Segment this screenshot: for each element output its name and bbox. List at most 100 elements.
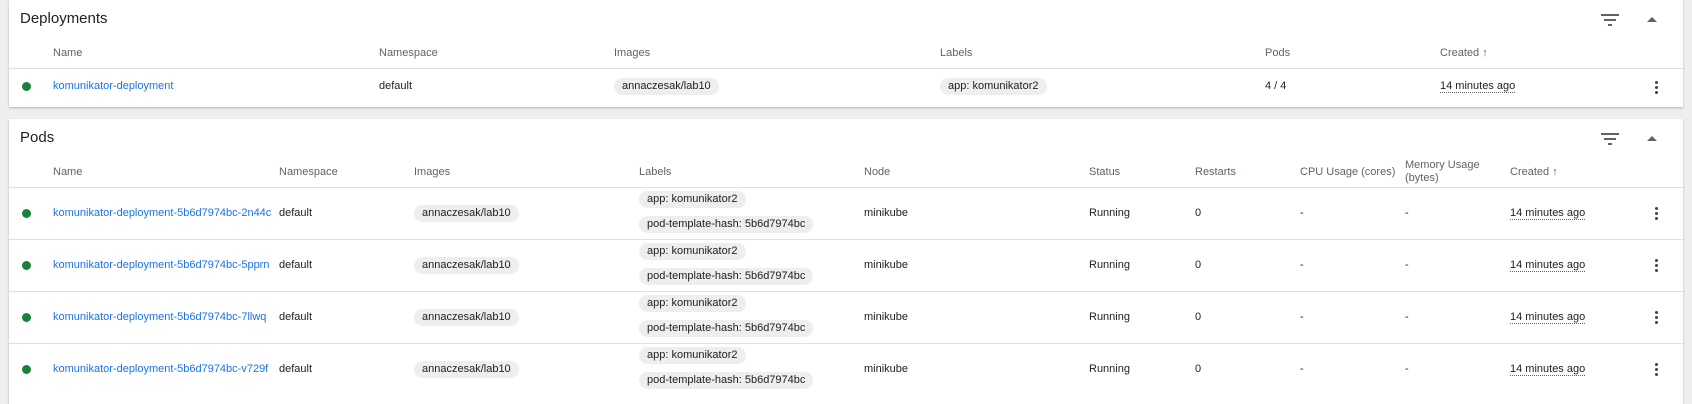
column-labels: Labels <box>639 166 672 178</box>
table-row: komunikator-deployment-5b6d7974bc-5pprn … <box>9 240 1683 292</box>
pod-memory: - <box>1405 259 1409 271</box>
pods-header: Pods <box>9 119 1683 156</box>
table-row: komunikator-deployment-5b6d7974bc-2n44c … <box>9 188 1683 240</box>
pod-name-link[interactable]: komunikator-deployment-5b6d7974bc-v729f <box>53 363 268 375</box>
label-chip: pod-template-hash: 5b6d7974bc <box>639 268 814 285</box>
pod-memory: - <box>1405 207 1409 219</box>
column-created-label: Created <box>1510 166 1550 178</box>
pod-restarts: 0 <box>1195 259 1202 271</box>
status-running-icon <box>22 313 31 322</box>
pod-namespace: default <box>279 207 313 219</box>
pod-status: Running <box>1089 259 1130 271</box>
column-memory: Memory Usage (bytes) <box>1405 159 1480 185</box>
label-chip: app: komunikator2 <box>940 78 1047 95</box>
pod-namespace: default <box>279 259 313 271</box>
deployments-header: Deployments <box>9 0 1683 37</box>
pod-namespace: default <box>279 363 313 375</box>
label-chip: pod-template-hash: 5b6d7974bc <box>639 372 814 389</box>
deployments-title: Deployments <box>20 10 108 27</box>
label-chip: app: komunikator2 <box>639 191 746 208</box>
expand-less-icon[interactable] <box>1640 127 1664 151</box>
pod-cpu: - <box>1300 363 1304 375</box>
label-chip: pod-template-hash: 5b6d7974bc <box>639 216 814 233</box>
label-chip: pod-template-hash: 5b6d7974bc <box>639 320 814 337</box>
deployment-name-link[interactable]: komunikator-deployment <box>53 80 173 92</box>
pod-cpu: - <box>1300 259 1304 271</box>
pod-node: minikube <box>864 363 909 375</box>
pods-card: Pods Name Namespace Images Labels Node S… <box>9 119 1683 404</box>
pod-created: 14 minutes ago <box>1510 363 1586 376</box>
column-namespace[interactable]: Namespace <box>379 47 438 59</box>
column-images: Images <box>414 166 451 178</box>
table-row: komunikator-deployment-5b6d7974bc-v729f … <box>9 344 1683 396</box>
deployment-namespace: default <box>379 80 413 92</box>
status-running-icon <box>22 209 31 218</box>
pod-name-link[interactable]: komunikator-deployment-5b6d7974bc-7llwq <box>53 311 266 323</box>
pod-cpu: - <box>1300 311 1304 323</box>
more-vert-icon[interactable] <box>1652 309 1660 327</box>
image-chip: annaczesak/lab10 <box>414 205 519 222</box>
pod-node: minikube <box>864 259 909 271</box>
sort-arrow-icon: ↑ <box>1552 166 1558 178</box>
pod-cpu: - <box>1300 207 1304 219</box>
pod-restarts: 0 <box>1195 311 1202 323</box>
status-running-icon <box>22 365 31 374</box>
more-vert-icon[interactable] <box>1652 361 1660 379</box>
sort-arrow-icon: ↑ <box>1482 47 1488 59</box>
pods-table-body: komunikator-deployment-5b6d7974bc-2n44c … <box>9 188 1683 396</box>
label-chip: app: komunikator2 <box>639 347 746 364</box>
image-chip: annaczesak/lab10 <box>614 78 719 95</box>
more-vert-icon[interactable] <box>1652 205 1660 223</box>
pod-created: 14 minutes ago <box>1510 207 1586 220</box>
image-chip: annaczesak/lab10 <box>414 361 519 378</box>
more-vert-icon[interactable] <box>1652 79 1660 97</box>
column-namespace[interactable]: Namespace <box>279 166 338 178</box>
expand-less-icon[interactable] <box>1640 8 1664 32</box>
column-restarts: Restarts <box>1195 166 1236 178</box>
column-name[interactable]: Name <box>53 166 82 178</box>
pod-memory: - <box>1405 311 1409 323</box>
image-chip: annaczesak/lab10 <box>414 309 519 326</box>
filter-icon[interactable] <box>1598 8 1622 32</box>
pod-node: minikube <box>864 311 909 323</box>
column-created-label: Created <box>1440 47 1480 59</box>
deployment-created: 14 minutes ago <box>1440 80 1516 93</box>
column-pods: Pods <box>1265 47 1291 59</box>
column-memory-line2: (bytes) <box>1405 172 1439 184</box>
label-chip: app: komunikator2 <box>639 295 746 312</box>
status-running-icon <box>22 261 31 270</box>
pod-created: 14 minutes ago <box>1510 259 1586 272</box>
image-chip: annaczesak/lab10 <box>414 257 519 274</box>
pod-created: 14 minutes ago <box>1510 311 1586 324</box>
pod-name-link[interactable]: komunikator-deployment-5b6d7974bc-5pprn <box>53 259 269 271</box>
table-row: komunikator-deployment default annaczesa… <box>9 69 1683 106</box>
column-images: Images <box>614 47 651 59</box>
deployment-pods: 4 / 4 <box>1265 80 1287 92</box>
pod-memory: - <box>1405 363 1409 375</box>
pods-title: Pods <box>20 129 55 146</box>
deployments-table-header: Name Namespace Images Labels Pods Create… <box>9 37 1683 69</box>
column-memory-line1: Memory Usage <box>1405 159 1480 171</box>
pod-node: minikube <box>864 207 909 219</box>
pod-name-link[interactable]: komunikator-deployment-5b6d7974bc-2n44c <box>53 207 271 219</box>
column-node[interactable]: Node <box>864 166 890 178</box>
deployments-card: Deployments Name Namespace Images Labels… <box>9 0 1683 107</box>
status-running-icon <box>22 82 31 91</box>
column-created[interactable]: Created ↑ <box>1440 47 1488 59</box>
pod-status: Running <box>1089 311 1130 323</box>
pod-namespace: default <box>279 311 313 323</box>
label-chip: app: komunikator2 <box>639 243 746 260</box>
filter-icon[interactable] <box>1598 127 1622 151</box>
pod-restarts: 0 <box>1195 207 1202 219</box>
table-row: komunikator-deployment-5b6d7974bc-7llwq … <box>9 292 1683 344</box>
column-status[interactable]: Status <box>1089 166 1120 178</box>
pod-status: Running <box>1089 207 1130 219</box>
pod-status: Running <box>1089 363 1130 375</box>
column-cpu: CPU Usage (cores) <box>1300 166 1396 178</box>
pod-restarts: 0 <box>1195 363 1202 375</box>
column-created[interactable]: Created ↑ <box>1510 166 1558 178</box>
column-labels: Labels <box>940 47 973 59</box>
more-vert-icon[interactable] <box>1652 257 1660 275</box>
pods-table-header: Name Namespace Images Labels Node Status… <box>9 156 1683 188</box>
column-name[interactable]: Name <box>53 47 82 59</box>
